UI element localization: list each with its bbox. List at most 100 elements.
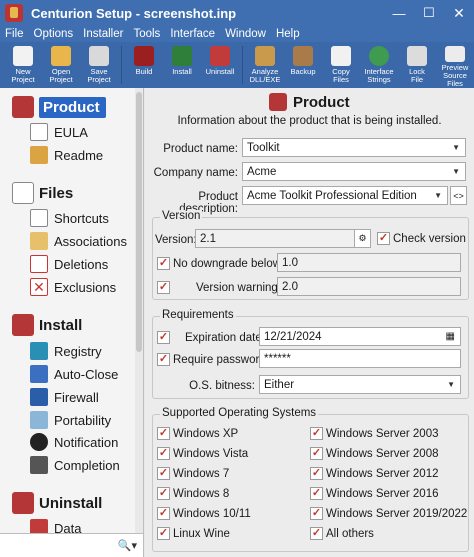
product-description-field[interactable]: Acme Toolkit Professional Edition xyxy=(242,186,448,205)
toolbar-separator xyxy=(242,46,243,84)
os-checkbox-windows-vista[interactable]: ✓ xyxy=(157,447,170,460)
firewall-icon xyxy=(30,388,48,406)
os-checkbox-server-2012[interactable]: ✓ xyxy=(310,467,323,480)
sidebar-group-install[interactable]: Install xyxy=(12,314,82,336)
code-button[interactable]: <> xyxy=(450,186,467,205)
sidebar-group-product[interactable]: Product xyxy=(12,96,106,118)
os-label: Windows 8 xyxy=(173,488,230,500)
os-checkbox-server-2003[interactable]: ✓ xyxy=(310,427,323,440)
os-label: Linux Wine xyxy=(173,528,230,540)
no-downgrade-label: No downgrade below: xyxy=(173,258,285,270)
close-button[interactable]: ✕ xyxy=(444,0,474,26)
os-label: Windows 7 xyxy=(173,468,230,480)
os-checkbox-windows-8[interactable]: ✓ xyxy=(157,487,170,500)
new-project-button[interactable]: New Project xyxy=(4,42,42,88)
install-button[interactable]: Install xyxy=(163,42,201,88)
sidebar-item-associations[interactable]: Associations xyxy=(30,232,127,250)
sidebar-group-label: Uninstall xyxy=(39,494,103,512)
backup-button[interactable]: Backup xyxy=(284,42,322,88)
sidebar-item-completion[interactable]: Completion xyxy=(30,456,120,474)
menu-interface[interactable]: Interface xyxy=(165,28,220,40)
maximize-button[interactable]: ☐ xyxy=(414,0,444,26)
sidebar-item-readme[interactable]: Readme xyxy=(30,146,103,164)
copy-files-icon xyxy=(331,46,351,66)
password-field[interactable]: ****** xyxy=(259,349,461,368)
version-warning-checkbox[interactable]: ✓ xyxy=(157,281,170,294)
open-project-button[interactable]: Open Project xyxy=(42,42,80,88)
os-checkbox-windows-7[interactable]: ✓ xyxy=(157,467,170,480)
deletions-icon xyxy=(30,255,48,273)
os-checkbox-windows-10-11[interactable]: ✓ xyxy=(157,507,170,520)
menu-tools[interactable]: Tools xyxy=(128,28,165,40)
password-checkbox[interactable]: ✓ xyxy=(157,353,170,366)
sidebar-item-label: Registry xyxy=(54,343,102,359)
sidebar-group-files[interactable]: Files xyxy=(12,182,73,204)
sidebar-group-uninstall[interactable]: Uninstall xyxy=(12,492,102,514)
version-field[interactable]: 2.1 xyxy=(195,229,371,248)
install-icon xyxy=(172,46,192,66)
search-icon[interactable]: 🔍▾ xyxy=(118,539,137,552)
sidebar-item-label: Auto-Close xyxy=(54,366,119,382)
os-checkbox-linux-wine[interactable]: ✓ xyxy=(157,527,170,540)
os-label: Windows Server 2012 xyxy=(326,468,439,480)
preview-icon xyxy=(445,46,465,62)
menu-installer[interactable]: Installer xyxy=(78,28,128,40)
new-project-icon xyxy=(13,46,33,66)
sidebar-item-notification[interactable]: Notification xyxy=(30,433,118,451)
globe-icon xyxy=(369,46,389,66)
os-checkbox-server-2019-2022[interactable]: ✓ xyxy=(310,507,323,520)
sidebar-item-firewall[interactable]: Firewall xyxy=(30,388,99,406)
sidebar-item-deletions[interactable]: Deletions xyxy=(30,255,108,273)
associations-icon xyxy=(30,232,48,250)
sidebar-item-label: EULA xyxy=(54,124,88,140)
sidebar-item-portability[interactable]: Portability xyxy=(30,411,111,429)
version-picker-icon[interactable]: ⚙ xyxy=(354,229,371,248)
os-checkbox-all-others[interactable]: ✓ xyxy=(310,527,323,540)
calendar-icon[interactable]: ▦ xyxy=(446,331,455,342)
no-downgrade-checkbox[interactable]: ✓ xyxy=(157,257,170,270)
company-name-field[interactable]: Acme xyxy=(242,162,466,181)
save-project-button[interactable]: Save Project xyxy=(80,42,118,88)
scrollbar-thumb[interactable] xyxy=(136,92,142,352)
expiration-date-field[interactable]: 12/21/2024 ▦ xyxy=(259,327,461,346)
toolbar-separator xyxy=(121,46,122,84)
sidebar-item-auto-close[interactable]: Auto-Close xyxy=(30,365,118,383)
interface-strings-button[interactable]: Interface Strings xyxy=(360,42,398,88)
sidebar-item-registry[interactable]: Registry xyxy=(30,342,102,360)
sidebar-item-label: Deletions xyxy=(54,256,109,272)
expiration-date-value: 12/21/2024 xyxy=(264,330,322,343)
sidebar-scrollbar[interactable] xyxy=(135,88,143,533)
minimize-button[interactable]: — xyxy=(384,0,414,26)
os-checkbox-server-2016[interactable]: ✓ xyxy=(310,487,323,500)
toolbar-label: Backup xyxy=(290,67,316,76)
copy-files-button[interactable]: Copy Files xyxy=(322,42,360,88)
lock-file-button[interactable]: Lock File xyxy=(398,42,436,88)
no-downgrade-field[interactable]: 1.0 xyxy=(277,253,461,272)
os-checkbox-server-2008[interactable]: ✓ xyxy=(310,447,323,460)
save-project-icon xyxy=(89,46,109,66)
sidebar-search[interactable]: 🔍▾ xyxy=(0,533,143,557)
check-version-checkbox[interactable]: ✓ xyxy=(377,232,390,245)
toolbar-label: Save Project xyxy=(87,67,111,84)
sidebar-item-eula[interactable]: EULA xyxy=(30,123,88,141)
preview-source-files-button[interactable]: Preview Source Files xyxy=(436,42,474,88)
expiration-checkbox[interactable]: ✓ xyxy=(157,331,170,344)
menu-help[interactable]: Help xyxy=(271,28,305,40)
os-label: Windows Vista xyxy=(173,448,249,460)
menu-window[interactable]: Window xyxy=(220,28,271,40)
build-button[interactable]: Build xyxy=(125,42,163,88)
bitness-select[interactable]: Either xyxy=(259,375,461,394)
menu-file[interactable]: File xyxy=(0,28,29,40)
sidebar-item-exclusions[interactable]: ✕ Exclusions xyxy=(30,278,116,296)
analyze-button[interactable]: Analyze DLL/EXE xyxy=(246,42,284,88)
backup-icon xyxy=(293,46,313,66)
sidebar-item-shortcuts[interactable]: Shortcuts xyxy=(30,209,109,227)
uninstall-button[interactable]: Uninstall xyxy=(201,42,239,88)
product-name-field[interactable]: Toolkit xyxy=(242,138,466,157)
toolbar-label: Preview Source Files xyxy=(441,63,469,88)
version-warning-field[interactable]: 2.0 xyxy=(277,277,461,296)
toolbar-label: Copy Files xyxy=(332,67,350,84)
toolbar: New Project Open Project Save Project Bu… xyxy=(0,42,474,88)
os-checkbox-windows-xp[interactable]: ✓ xyxy=(157,427,170,440)
menu-options[interactable]: Options xyxy=(29,28,79,40)
